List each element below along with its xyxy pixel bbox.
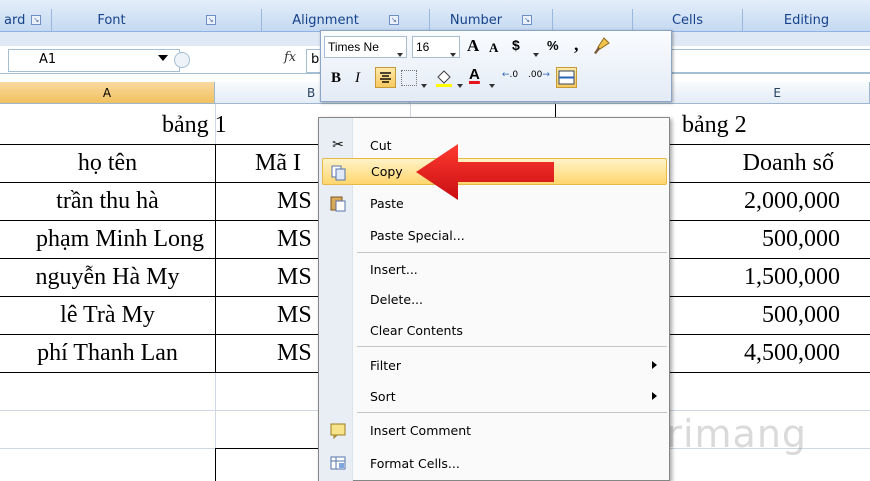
font-color-icon[interactable]: A [469,66,480,83]
decrease-decimal-icon[interactable]: .00→ [528,70,550,80]
italic-button[interactable]: I [355,70,360,87]
menu-separator [357,252,667,253]
submenu-arrow-icon [652,361,657,369]
ribbon-group-alignment[interactable]: Alignment ↘ [262,9,430,31]
ribbon-group-font[interactable]: Font ↘ [52,9,262,31]
dialog-launcher-icon[interactable]: ↘ [205,15,216,25]
increase-decimal-icon[interactable]: ←.0 [502,70,518,80]
column-header-a[interactable]: A [0,82,215,104]
name-box[interactable]: A1 [8,49,180,72]
merge-center-button[interactable] [556,67,577,88]
menu-item-clear-contents[interactable]: Clear Contents [322,317,667,343]
menu-item-insert[interactable]: Insert... [322,256,667,282]
fill-dropdown-icon[interactable] [457,77,463,91]
menu-item-paste-special[interactable]: Paste Special... [322,222,667,248]
grow-font-icon[interactable]: A [467,36,479,56]
format-painter-icon[interactable] [591,36,611,56]
paste-icon [329,194,347,212]
menu-separator [357,412,667,413]
cell-name[interactable]: phạm Minh Long [0,220,215,258]
percent-icon[interactable]: % [547,38,559,53]
menu-item-sort[interactable]: Sort [322,383,667,409]
ribbon-group-cells[interactable]: Cells [633,9,743,31]
currency-dropdown-icon[interactable] [533,46,539,60]
dialog-launcher-icon[interactable]: ↘ [522,15,533,25]
borders-dropdown-icon[interactable] [421,77,427,91]
header-code[interactable]: Mã I [255,144,325,182]
table-border [215,448,216,481]
table-border [215,448,325,449]
borders-icon[interactable] [401,70,417,86]
ribbon-group-editing[interactable]: Editing [743,9,870,31]
cell-name[interactable]: nguyễn Hà My [0,258,215,296]
dialog-launcher-icon[interactable]: ↘ [388,15,399,25]
scissors-icon: ✂ [332,137,344,153]
center-align-button[interactable] [375,67,396,88]
menu-item-filter[interactable]: Filter [322,352,667,378]
name-box-dropdown-icon[interactable] [158,55,168,61]
cell-name[interactable]: lê Trà My [0,296,215,334]
table-border [215,144,216,372]
table-title-right[interactable]: bảng 2 [682,106,870,144]
shrink-font-icon[interactable]: A [489,40,498,56]
dialog-launcher-icon[interactable]: ↘ [31,15,42,25]
submenu-arrow-icon [652,392,657,400]
red-arrow-annotation [412,140,562,207]
menu-item-format-cells[interactable]: Format Cells... [322,450,667,476]
fill-color-icon[interactable] [434,68,454,88]
font-dropdown-icon[interactable] [397,46,403,60]
expand-formula-icon[interactable] [174,52,190,68]
menu-item-insert-comment[interactable]: Insert Comment [322,417,667,443]
cell-name[interactable]: phí Thanh Lan [0,334,215,372]
comma-icon[interactable]: , [574,34,579,55]
bold-button[interactable]: B [331,70,341,87]
comment-icon [329,421,347,440]
ribbon-group-clipboard[interactable]: ard ↘ [0,9,52,31]
menu-separator [357,346,667,347]
copy-icon [330,163,348,181]
currency-icon[interactable]: $ [512,37,520,53]
menu-item-delete[interactable]: Delete... [322,286,667,312]
size-dropdown-icon[interactable] [450,46,456,60]
ribbon-group-number[interactable]: Number ↘ [430,9,553,31]
ribbon-group-styles [553,9,633,31]
cell-name[interactable]: trần thu hà [0,182,215,220]
font-name-box[interactable]: Times Ne [324,36,407,58]
format-cells-icon [329,454,347,472]
header-name[interactable]: họ tên [0,144,215,182]
insert-function-icon[interactable]: fx [284,50,296,65]
font-color-dropdown-icon[interactable] [489,77,495,91]
